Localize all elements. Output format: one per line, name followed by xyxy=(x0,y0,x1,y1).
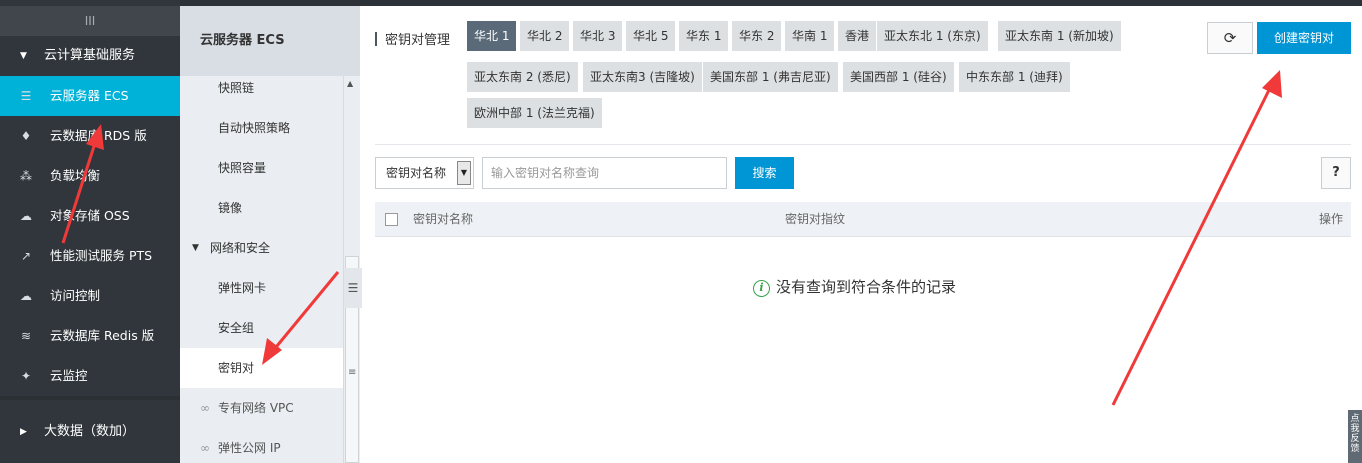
subnav-item-label: 密钥对 xyxy=(218,361,255,375)
subnav-link[interactable]: ∞ 专有网络 VPC xyxy=(180,388,343,428)
monitor-icon: ✦ xyxy=(20,369,32,383)
column-header-fingerprint: 密钥对指纹 xyxy=(785,212,846,226)
empty-message: 没有查询到符合条件的记录 xyxy=(776,278,957,296)
performance-chart-icon: ↗ xyxy=(20,249,32,263)
subnav-item-label: 快照链 xyxy=(218,81,255,95)
nav-group-big-data[interactable]: ▶ 大数据（数加） xyxy=(0,412,180,452)
region-tab[interactable]: 华东 1 xyxy=(679,21,729,51)
help-button[interactable]: ? xyxy=(1321,157,1351,189)
region-tab[interactable]: 亚太东南3 (吉隆坡) xyxy=(583,62,702,92)
subnav-item[interactable]: 安全组 xyxy=(180,308,343,348)
subnav-item[interactable]: 快照容量 xyxy=(180,148,343,188)
subnav-link[interactable]: ∞ 弹性公网 IP xyxy=(180,428,343,463)
left-navigation: III ▼ 云计算基础服务 ☰ 云服务器 ECS ♦ 云数据库 RDS 版 ⁂ 负载均衡 ☁… xyxy=(0,0,180,463)
sidebar-item-label: 云监控 xyxy=(50,368,88,383)
subnav-item-label: 弹性网卡 xyxy=(218,281,267,295)
nav-divider xyxy=(0,396,180,400)
subnav-group[interactable]: ▼ 网络和安全 xyxy=(180,228,343,268)
region-tab[interactable]: 华东 2 xyxy=(732,21,782,51)
redis-icon: ≋ xyxy=(20,329,32,343)
nav-group-label: 云计算基础服务 xyxy=(44,48,136,63)
region-tab[interactable]: 欧洲中部 1 (法兰克福) xyxy=(467,98,602,128)
region-tab[interactable]: 亚太东南 1 (新加坡) xyxy=(998,21,1121,51)
subnav-item[interactable]: 弹性网卡 xyxy=(180,268,343,308)
search-input[interactable]: 输入密钥对名称查询 xyxy=(482,157,727,189)
grip-lines-icon: ≡ xyxy=(348,367,357,378)
sidebar-item-label: 负载均衡 xyxy=(50,168,101,183)
sidebar-item-label: 访问控制 xyxy=(50,288,101,303)
sidebar-item-label: 云数据库 RDS 版 xyxy=(50,128,147,143)
region-tab[interactable]: 中东东部 1 (迪拜) xyxy=(959,62,1070,92)
link-icon: ∞ xyxy=(200,401,210,415)
nav-group-label: 大数据（数加） xyxy=(44,424,136,439)
subnav-item[interactable]: 密钥对 xyxy=(180,348,343,388)
feedback-tab[interactable]: 点我反馈 xyxy=(1348,410,1362,463)
sidebar-item[interactable]: ☁ 访问控制 xyxy=(0,276,180,316)
sidebar-item-label: 对象存储 OSS xyxy=(50,208,130,223)
refresh-button[interactable]: ⟳ xyxy=(1207,22,1253,54)
sidebar-item[interactable]: ⁂ 负载均衡 xyxy=(0,156,180,196)
cloud-upload-icon: ☁ xyxy=(20,209,32,223)
nav-group-cloud-basic[interactable]: ▼ 云计算基础服务 xyxy=(0,36,180,76)
region-tab[interactable]: 华北 2 xyxy=(520,21,570,51)
subnav-item-label: 安全组 xyxy=(218,321,255,335)
subnav-item-label: 镜像 xyxy=(218,201,243,215)
region-tab[interactable]: 华北 5 xyxy=(626,21,676,51)
dropdown-arrow-icon[interactable]: ▼ xyxy=(457,161,471,185)
subnav-item-label: 专有网络 VPC xyxy=(218,401,294,415)
link-icon: ∞ xyxy=(200,441,210,455)
main-content: 密钥对管理 华北 1 华北 2 华北 3 华北 5 华东 1 华东 2 华南 1 香港 亚太东北… xyxy=(360,6,1362,463)
column-header-actions: 操作 xyxy=(1318,212,1343,226)
sidebar-item[interactable]: ☰ 云服务器 ECS xyxy=(0,76,180,116)
subnav-item[interactable]: 自动快照策略 xyxy=(180,108,343,148)
sidebar-item[interactable]: ♦ 云数据库 RDS 版 xyxy=(0,116,180,156)
sub-navigation: 云服务器 ECS 快照链自动快照策略 快照容量镜像 ▼ 网络和安全弹性网卡安全组密钥对… xyxy=(180,6,360,463)
region-tab[interactable]: 香港 xyxy=(838,21,877,51)
region-tab[interactable]: 美国东部 1 (弗吉尼亚) xyxy=(703,62,838,92)
region-tab[interactable]: 华南 1 xyxy=(785,21,835,51)
region-tab[interactable]: 华北 1 xyxy=(467,21,517,51)
region-tab[interactable]: 亚太东南 2 (悉尼) xyxy=(467,62,578,92)
sidebar-item[interactable]: ↗ 性能测试服务 PTS xyxy=(0,236,180,276)
info-icon: i xyxy=(753,280,770,297)
create-key-pair-button[interactable]: 创建密钥对 xyxy=(1257,22,1351,54)
region-tab[interactable]: 美国西部 1 (硅谷) xyxy=(843,62,954,92)
select-value: 密钥对名称 xyxy=(386,166,447,180)
chevron-down-icon: ▼ xyxy=(192,243,199,253)
sidebar-item-label: 性能测试服务 PTS xyxy=(50,248,153,263)
chevron-down-icon: ▼ xyxy=(20,51,27,61)
load-balancer-icon: ⁂ xyxy=(20,169,32,183)
table-header: 密钥对名称 密钥对指纹 操作 xyxy=(375,202,1351,237)
database-icon: ♦ xyxy=(20,129,32,143)
subnav-item-label: 自动快照策略 xyxy=(218,121,291,135)
chevron-right-icon: ▶ xyxy=(20,427,27,437)
select-all-checkbox[interactable] xyxy=(385,213,398,226)
page-title: 密钥对管理 xyxy=(385,33,451,48)
empty-state: i 没有查询到符合条件的记录 xyxy=(753,276,956,297)
region-tab[interactable]: 亚太东北 1 (东京) xyxy=(877,21,988,51)
region-tab[interactable]: 华北 3 xyxy=(573,21,623,51)
nav-grip-icon[interactable]: III xyxy=(0,6,180,36)
subnav-header: 云服务器 ECS xyxy=(180,6,360,76)
sidebar-item[interactable]: ☁ 对象存储 OSS xyxy=(0,196,180,236)
sidebar-item-label: 云数据库 Redis 版 xyxy=(50,328,155,343)
server-icon: ☰ xyxy=(20,89,32,103)
divider xyxy=(375,144,1351,145)
access-control-icon: ☁ xyxy=(20,289,32,303)
subnav-item-label: 网络和安全 xyxy=(210,241,271,255)
sidebar-item-label: 云服务器 ECS xyxy=(50,88,129,103)
search-button[interactable]: 搜索 xyxy=(735,157,794,189)
subnav-item[interactable]: 快照链 xyxy=(180,68,343,108)
column-header-name[interactable]: 密钥对名称 xyxy=(413,202,473,237)
sidebar-item[interactable]: ✦ 云监控 xyxy=(0,356,180,396)
title-accent-bar xyxy=(375,32,377,46)
subnav-item-label: 快照容量 xyxy=(218,161,267,175)
scroll-up-icon[interactable]: ▲ xyxy=(347,79,353,88)
subnav-item[interactable]: 镜像 xyxy=(180,188,343,228)
search-field-select[interactable]: 密钥对名称 ▼ xyxy=(375,157,474,189)
subnav-item-label: 弹性公网 IP xyxy=(218,441,281,455)
refresh-icon: ⟳ xyxy=(1223,29,1237,47)
sidebar-item[interactable]: ≋ 云数据库 Redis 版 xyxy=(0,316,180,356)
